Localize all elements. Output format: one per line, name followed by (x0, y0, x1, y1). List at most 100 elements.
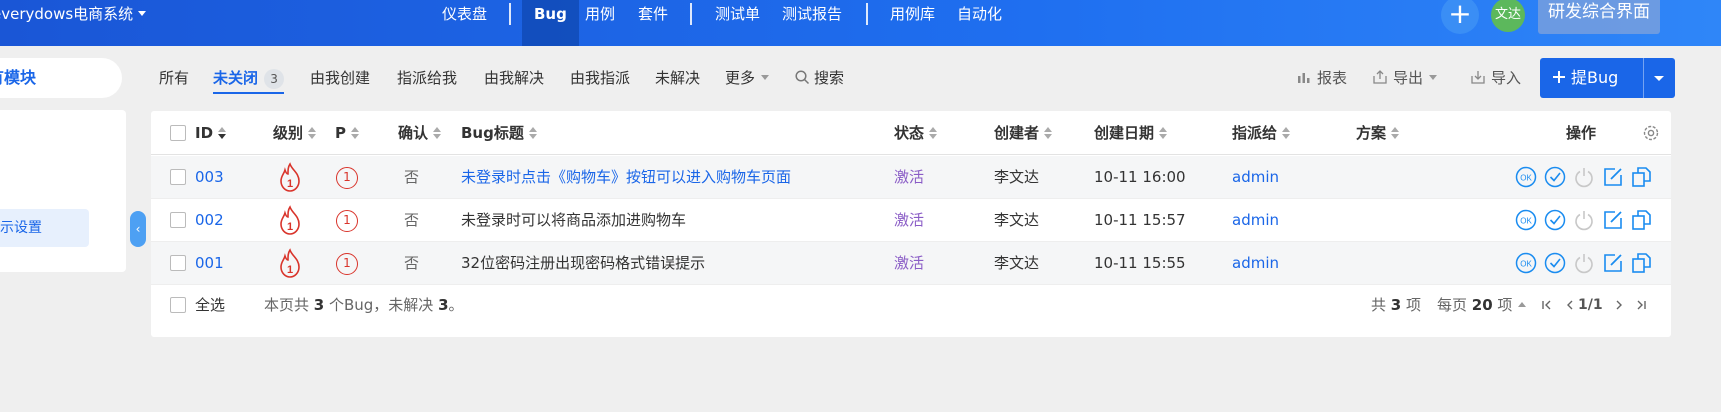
col-pri[interactable]: P (335, 111, 359, 155)
header-checkbox[interactable] (170, 125, 186, 141)
resolve-check-icon[interactable] (1544, 166, 1566, 188)
col-label: 级别 (273, 124, 304, 142)
edit-icon[interactable] (1602, 252, 1624, 274)
sort-icon (351, 127, 359, 139)
chevron-down-icon (138, 11, 147, 16)
creator-value: 李文达 (994, 168, 1040, 186)
close-power-icon[interactable] (1573, 209, 1595, 231)
row-checkbox[interactable] (170, 255, 186, 271)
module-sidebar: 显示设置 (0, 110, 126, 272)
filter-created-by-me[interactable]: 由我创建 (310, 66, 370, 90)
bug-table: ID 级别 P 确认 Bug标题 状态 创建者 创建日期 指派给 方案 操作 0… (151, 111, 1671, 337)
filter-unclosed[interactable]: 未关闭 3 (213, 66, 285, 94)
confirm-ok-icon[interactable]: OK (1515, 166, 1537, 188)
search-icon (795, 70, 810, 85)
col-creator[interactable]: 创建者 (994, 111, 1053, 155)
nav-testsuite[interactable]: 套件 (638, 0, 668, 30)
edit-icon[interactable] (1602, 166, 1624, 188)
gear-icon[interactable] (1641, 123, 1661, 143)
bug-title-link[interactable]: 未登录时可以将商品添加进购物车 (461, 199, 686, 242)
filter-unresolved[interactable]: 未解决 (655, 66, 700, 90)
module-tree-header[interactable]: 所有模块 (0, 58, 122, 98)
resolve-check-icon[interactable] (1544, 209, 1566, 231)
copy-icon[interactable] (1631, 252, 1653, 274)
close-power-icon[interactable] (1573, 166, 1595, 188)
quick-create-plus-icon[interactable]: + (1441, 0, 1479, 34)
last-page-icon[interactable] (1635, 299, 1647, 311)
summary-text: 个Bug，未解决 (324, 296, 439, 314)
confirm-ok-icon[interactable]: OK (1515, 252, 1537, 274)
workspace-switcher[interactable]: 研发综合界面 (1538, 0, 1660, 34)
prev-page-icon[interactable] (1564, 299, 1576, 311)
priority-badge: 1 (336, 167, 358, 189)
total-value: 3 (1390, 296, 1402, 314)
button-divider (1643, 58, 1644, 98)
select-all-checkbox[interactable] (170, 297, 186, 313)
export-button[interactable]: 导出 (1373, 66, 1438, 90)
col-assigned-to[interactable]: 指派给 (1232, 111, 1291, 155)
filter-assigned-by-me[interactable]: 由我指派 (570, 66, 630, 90)
severity-fire-icon: 1 (280, 162, 300, 192)
filter-assigned-to-me[interactable]: 指派给我 (397, 66, 457, 90)
close-power-icon[interactable] (1573, 252, 1595, 274)
col-resolution[interactable]: 方案 (1356, 111, 1400, 155)
module-title: 所有模块 (0, 68, 37, 87)
priority-badge: 1 (336, 253, 358, 275)
search-toggle[interactable]: 搜索 (795, 66, 844, 90)
copy-icon[interactable] (1631, 166, 1653, 188)
page-size-selector[interactable]: 每页 20 项 (1437, 285, 1527, 325)
brand-name: everydows电商系统 (0, 5, 134, 23)
nav-testtask[interactable]: 测试单 (715, 0, 760, 30)
row-checkbox[interactable] (170, 169, 186, 185)
assigned-to-link[interactable]: admin (1232, 156, 1279, 199)
table-row[interactable]: 002 1 1 否 未登录时可以将商品添加进购物车 激活 李文达 10-11 1… (151, 199, 1671, 242)
col-title[interactable]: Bug标题 (461, 111, 537, 155)
resolve-check-icon[interactable] (1544, 252, 1566, 274)
nav-testreport[interactable]: 测试报告 (782, 0, 842, 30)
first-page-icon[interactable] (1541, 299, 1553, 311)
nav-caselib[interactable]: 用例库 (890, 0, 935, 30)
confirm-ok-icon[interactable]: OK (1515, 209, 1537, 231)
sidebar-item-display-settings[interactable]: 显示设置 (0, 209, 89, 247)
next-page-icon[interactable] (1613, 299, 1625, 311)
sidebar-collapse-toggle[interactable]: ‹ (130, 211, 146, 247)
bug-id-link[interactable]: 001 (195, 242, 224, 285)
col-label: 创建日期 (1094, 124, 1155, 142)
search-label: 搜索 (814, 69, 845, 87)
col-created-date[interactable]: 创建日期 (1094, 111, 1168, 155)
edit-icon[interactable] (1602, 209, 1624, 231)
bug-title-link[interactable]: 未登录时点击《购物车》按钮可以进入购物车页面 (461, 156, 791, 199)
table-row[interactable]: 001 1 1 否 32位密码注册出现密码格式错误提示 激活 李文达 10-11… (151, 242, 1671, 285)
bug-title-link[interactable]: 32位密码注册出现密码格式错误提示 (461, 242, 705, 285)
report-button[interactable]: 报表 (1297, 66, 1347, 90)
filter-resolved-by-me[interactable]: 由我解决 (484, 66, 544, 90)
table-row[interactable]: 003 1 1 否 未登录时点击《购物车》按钮可以进入购物车页面 激活 李文达 … (151, 156, 1671, 199)
nav-testcase[interactable]: 用例 (585, 0, 615, 30)
nav-automation[interactable]: 自动化 (957, 0, 1002, 30)
filter-label: 更多 (725, 69, 756, 87)
bug-id-link[interactable]: 003 (195, 156, 224, 199)
import-button[interactable]: 导入 (1471, 66, 1521, 90)
col-id[interactable]: ID (195, 111, 227, 155)
nav-dashboard[interactable]: 仪表盘 (442, 0, 487, 30)
svg-text:OK: OK (1520, 217, 1532, 226)
assigned-to-link[interactable]: admin (1232, 199, 1279, 242)
sort-icon (1282, 127, 1291, 139)
chevron-down-icon[interactable] (1654, 76, 1664, 81)
col-severity[interactable]: 级别 (273, 111, 317, 155)
col-confirmed[interactable]: 确认 (398, 111, 442, 155)
bug-id-link[interactable]: 002 (195, 199, 224, 242)
filter-label: 未关闭 (213, 69, 259, 87)
filter-more[interactable]: 更多 (725, 66, 770, 90)
new-bug-button[interactable]: 提Bug (1540, 58, 1675, 98)
copy-icon[interactable] (1631, 209, 1653, 231)
select-all-label[interactable]: 全选 (195, 285, 225, 325)
nav-bug[interactable]: Bug (522, 0, 579, 46)
table-footer: 全选 本页共 3 个Bug，未解决 3。 共 3 项 每页 20 项 1/1 (151, 285, 1671, 325)
product-switcher[interactable]: everydows电商系统 (0, 0, 147, 30)
row-checkbox[interactable] (170, 212, 186, 228)
filter-all[interactable]: 所有 (159, 66, 189, 90)
avatar[interactable]: 文达 (1491, 0, 1525, 32)
col-status[interactable]: 状态 (894, 111, 938, 155)
assigned-to-link[interactable]: admin (1232, 242, 1279, 285)
